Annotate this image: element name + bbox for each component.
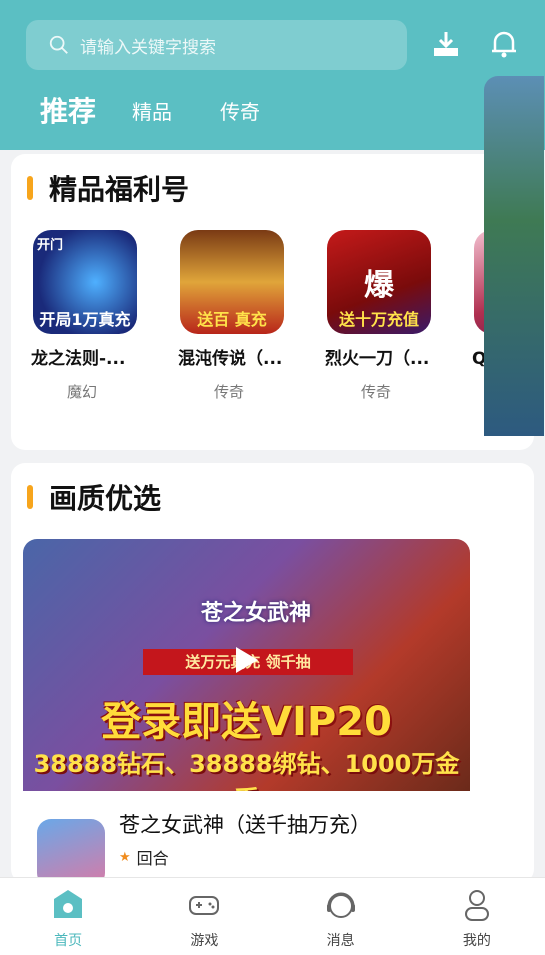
next-banner-peek[interactable] bbox=[484, 76, 544, 436]
featured-game-info[interactable]: 苍之女武神（送千抽万充） ★ 回合 bbox=[23, 791, 470, 883]
banner-subline: 38888钻石、38888绑钻、1000万金币 bbox=[33, 750, 460, 791]
game-list: 开门 开局1万真充 龙之法则-... 魔幻 送百 真充 混沌传说（... 传奇 … bbox=[31, 230, 534, 402]
home-icon bbox=[54, 890, 83, 918]
banner-logo: 苍之女武神 bbox=[201, 601, 312, 626]
welfare-section: 精品福利号 开门 开局1万真充 龙之法则-... 魔幻 送百 真充 混沌传说（.… bbox=[11, 154, 534, 450]
download-icon[interactable] bbox=[430, 28, 462, 60]
title-accent-bar bbox=[27, 176, 33, 200]
game-card[interactable]: 送百 真充 混沌传说（... 传奇 bbox=[178, 230, 325, 402]
game-name: 龙之法则-... bbox=[31, 349, 126, 369]
featured-game-genre: 回合 bbox=[136, 849, 169, 868]
featured-game-title: 苍之女武神（送千抽万充） bbox=[119, 813, 371, 837]
game-icon: 送百 真充 bbox=[180, 230, 284, 334]
play-icon[interactable] bbox=[234, 645, 260, 675]
gamepad-icon bbox=[189, 896, 220, 915]
banner-headline: 登录即送VIP20 bbox=[101, 699, 392, 745]
game-name: 混沌传说（... bbox=[178, 349, 283, 369]
search-icon bbox=[49, 35, 68, 54]
game-name: 烈火一刀（... bbox=[325, 349, 430, 369]
game-card[interactable]: 开门 开局1万真充 龙之法则-... 魔幻 bbox=[31, 230, 178, 402]
tab-premium[interactable]: 精品 bbox=[132, 92, 172, 132]
nav-home[interactable]: 首页 bbox=[0, 878, 136, 955]
tab-recommend[interactable]: 推荐 bbox=[40, 92, 96, 132]
tab-legend[interactable]: 传奇 bbox=[220, 92, 260, 132]
search-placeholder: 请输入关键字搜索 bbox=[80, 37, 216, 58]
section-title: 画质优选 bbox=[27, 477, 161, 517]
featured-game-icon bbox=[37, 819, 105, 883]
featured-game-meta: ★ 回合 bbox=[119, 845, 169, 869]
nav-games[interactable]: 游戏 bbox=[136, 878, 272, 955]
quality-section: 画质优选 苍之女武神 送万元真充 领千抽 登录即送VIP20 38888钻石、3… bbox=[11, 463, 534, 883]
title-accent-bar bbox=[27, 485, 33, 509]
game-icon: 爆 送十万充值 bbox=[327, 230, 431, 334]
game-icon: 开门 开局1万真充 bbox=[33, 230, 137, 334]
featured-banner[interactable]: 苍之女武神 送万元真充 领千抽 登录即送VIP20 38888钻石、38888绑… bbox=[23, 539, 470, 791]
game-tag: 魔幻 bbox=[67, 383, 98, 401]
game-card[interactable]: 爆 送十万充值 烈火一刀（... 传奇 bbox=[325, 230, 472, 402]
bell-icon[interactable] bbox=[488, 28, 520, 60]
bottom-nav: 首页 游戏 消息 我的 bbox=[0, 877, 545, 955]
top-header: 请输入关键字搜索 推荐 精品 传奇 bbox=[0, 0, 545, 150]
search-input[interactable]: 请输入关键字搜索 bbox=[26, 20, 407, 70]
star-icon: ★ bbox=[119, 849, 131, 865]
nav-messages[interactable]: 消息 bbox=[273, 878, 409, 955]
game-tag: 传奇 bbox=[361, 383, 392, 401]
category-tabs: 推荐 精品 传奇 bbox=[40, 92, 308, 132]
user-icon bbox=[464, 890, 489, 921]
game-tag: 传奇 bbox=[214, 383, 245, 401]
nav-profile[interactable]: 我的 bbox=[409, 878, 545, 955]
headset-icon bbox=[326, 892, 355, 918]
section-title: 精品福利号 bbox=[27, 168, 189, 208]
